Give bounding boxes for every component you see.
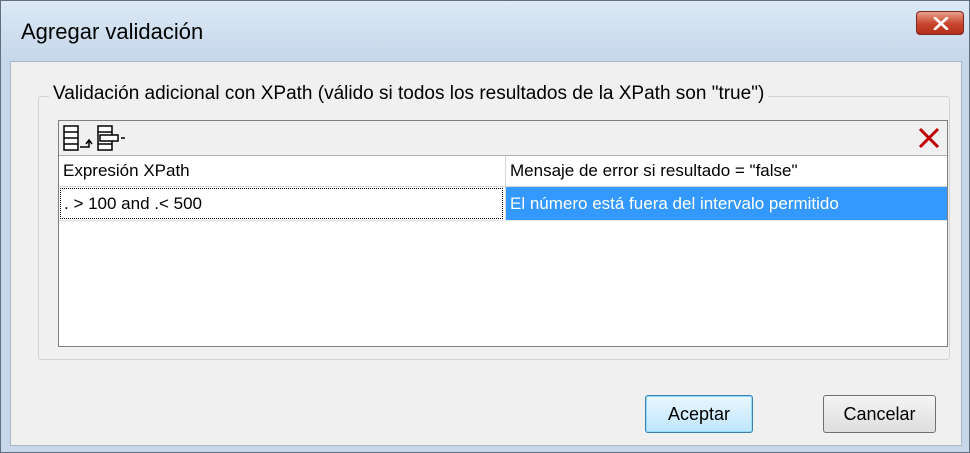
delete-x-icon [918, 127, 940, 149]
error-message-cell[interactable]: El número está fuera del intervalo permi… [506, 187, 947, 220]
table-row[interactable]: . > 100 and .< 500 El número está fuera … [59, 187, 947, 221]
validation-grid: Expresión XPath Mensaje de error si resu… [58, 120, 948, 347]
group-label: Validación adicional con XPath (válido s… [49, 83, 769, 105]
append-row-button[interactable] [61, 123, 93, 153]
xpath-validation-group: Validación adicional con XPath (válido s… [38, 83, 950, 360]
delete-row-button[interactable] [915, 124, 943, 152]
insert-row-icon [97, 125, 125, 151]
cancel-button[interactable]: Cancelar [823, 395, 936, 433]
xpath-expression-cell[interactable]: . > 100 and .< 500 [60, 188, 503, 219]
grid-toolbar [59, 121, 947, 156]
insert-row-button[interactable] [95, 123, 127, 153]
dialog-title: Agregar validación [21, 19, 204, 44]
dialog-body: Validación adicional con XPath (válido s… [10, 61, 962, 446]
title-bar[interactable]: Agregar validación [1, 1, 969, 61]
column-header-expression[interactable]: Expresión XPath [59, 156, 505, 186]
ok-button[interactable]: Aceptar [645, 395, 753, 433]
column-header-message[interactable]: Mensaje de error si resultado = "false" [506, 156, 947, 186]
grid-header-row: Expresión XPath Mensaje de error si resu… [59, 156, 947, 187]
close-button[interactable] [916, 11, 964, 35]
append-row-icon [63, 125, 93, 151]
close-icon [933, 17, 949, 30]
dialog-window: Agregar validación Validación adicional … [0, 0, 970, 453]
